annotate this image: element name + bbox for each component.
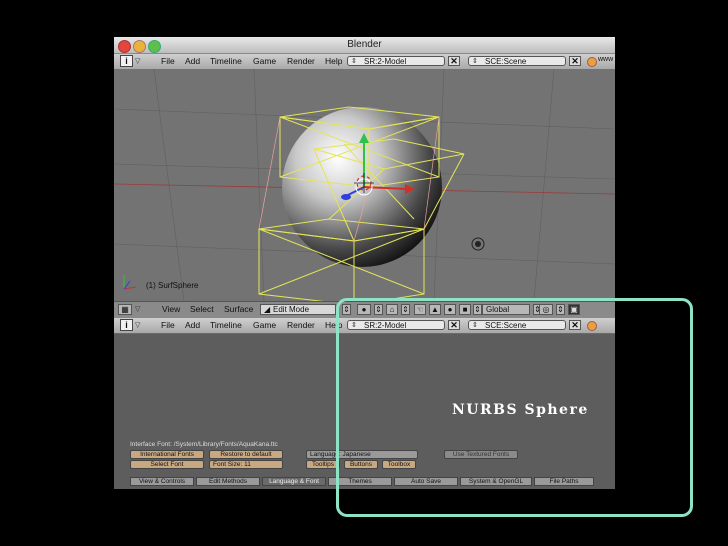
menu-view[interactable]: View	[162, 304, 180, 314]
lamp-icon[interactable]	[471, 237, 485, 251]
window-type-icon[interactable]: i	[120, 55, 133, 67]
menu-help[interactable]: Help	[325, 56, 342, 66]
window-type-grid-icon[interactable]: ▦	[118, 304, 132, 315]
edit-mode-icon: ◢	[264, 305, 271, 314]
international-fonts-toggle[interactable]: International Fonts	[130, 450, 204, 459]
menu-select[interactable]: Select	[190, 304, 214, 314]
delete-screen-button[interactable]: ✕	[448, 56, 460, 66]
menu-render[interactable]: Render	[287, 56, 315, 66]
menu-timeline[interactable]: Timeline	[210, 56, 242, 66]
3d-viewport[interactable]	[114, 69, 615, 301]
menu-collapse-icon[interactable]: ▽	[135, 305, 140, 313]
updown-icon: ⇕	[351, 58, 357, 65]
object-info-label: (1) SurfSphere	[146, 281, 199, 290]
menu-collapse-icon[interactable]: ▽	[135, 57, 140, 65]
www-link[interactable]: www	[598, 56, 613, 63]
tooltips-toggle[interactable]: Tooltips	[306, 460, 340, 469]
updown-icon: ⇕	[472, 58, 478, 65]
interface-font-path: Interface Font: /System/Library/Fonts/Aq…	[130, 441, 278, 448]
tab-view-controls[interactable]: View & Controls	[130, 477, 194, 486]
menu-collapse-icon[interactable]: ▽	[135, 321, 140, 329]
select-font-button[interactable]: Select Font	[130, 460, 204, 469]
viewport-canvas	[114, 69, 615, 301]
blender-logo-icon	[587, 57, 597, 67]
menu-game[interactable]: Game	[253, 56, 276, 66]
callout-label: NURBS Sphere	[452, 402, 589, 418]
window-type-icon[interactable]: i	[120, 319, 133, 331]
scene-selector[interactable]: ⇕ SCE:Scene	[468, 56, 566, 66]
title-bar: Blender	[114, 37, 615, 54]
screen-selector[interactable]: ⇕ SR:2-Model	[347, 56, 445, 66]
menu-add[interactable]: Add	[185, 56, 200, 66]
axis-gizmo-icon	[123, 275, 137, 290]
font-size-selector[interactable]: Font Size: 11	[209, 460, 283, 469]
menu-timeline[interactable]: Timeline	[210, 320, 242, 330]
menu-game[interactable]: Game	[253, 320, 276, 330]
window-title: Blender	[347, 39, 382, 50]
delete-scene-button[interactable]: ✕	[569, 56, 581, 66]
top-menu-bar: i ▽ File Add Timeline Game Render Help ⇕…	[114, 54, 615, 70]
tab-language-font[interactable]: Language & Font	[262, 477, 326, 486]
menu-file[interactable]: File	[161, 56, 175, 66]
mode-selector[interactable]: ◢ Edit Mode	[260, 304, 336, 315]
menu-render[interactable]: Render	[287, 320, 315, 330]
menu-file[interactable]: File	[161, 320, 175, 330]
tab-edit-methods[interactable]: Edit Methods	[196, 477, 260, 486]
menu-add[interactable]: Add	[185, 320, 200, 330]
restore-default-button[interactable]: Restore to default	[209, 450, 283, 459]
menu-surface[interactable]: Surface	[224, 304, 253, 314]
